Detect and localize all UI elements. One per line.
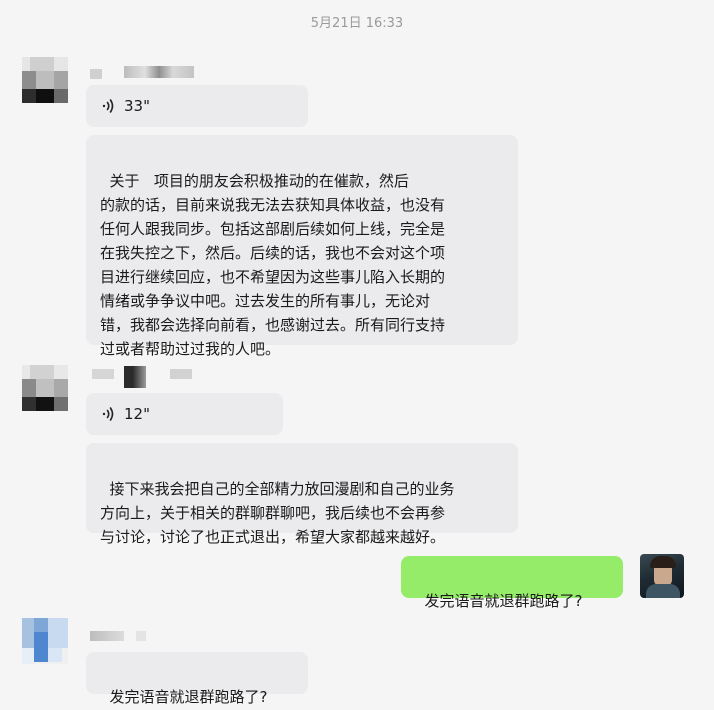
sent-message[interactable]: 发完语音就退群跑路了? (401, 556, 623, 610)
text-message[interactable]: 关于 项目的朋友会积极推动的在催款，然后 的款的话，目前来说我无法去获知具体收益… (86, 135, 518, 358)
voice-wave-icon (102, 99, 114, 113)
sender-avatar[interactable] (22, 57, 68, 103)
voice-message[interactable]: 12" (86, 393, 283, 435)
my-avatar[interactable] (640, 554, 684, 598)
message-text: 发完语音就退群跑路了? (109, 688, 268, 706)
message-text: 发完语音就退群跑路了? (424, 592, 583, 610)
text-message[interactable]: 接下来我会把自己的全部精力放回漫剧和自己的业务 方向上，关于相关的群聊群聊吧，我… (86, 443, 518, 546)
message-text: 接下来我会把自己的全部精力放回漫剧和自己的业务 方向上，关于相关的群聊群聊吧，我… (100, 480, 455, 546)
voice-message[interactable]: 33" (86, 85, 308, 127)
sender-avatar[interactable] (22, 618, 68, 664)
voice-wave-icon (102, 407, 114, 421)
text-message[interactable]: 发完语音就退群跑路了? (86, 652, 308, 706)
message-text: 关于 项目的朋友会积极推动的在催款，然后 的款的话，目前来说我无法去获知具体收益… (100, 172, 446, 358)
voice-duration: 12" (124, 405, 150, 423)
chat-timestamp: 5月21日 16:33 (310, 16, 404, 31)
voice-duration: 33" (124, 97, 150, 115)
sender-avatar[interactable] (22, 365, 68, 411)
